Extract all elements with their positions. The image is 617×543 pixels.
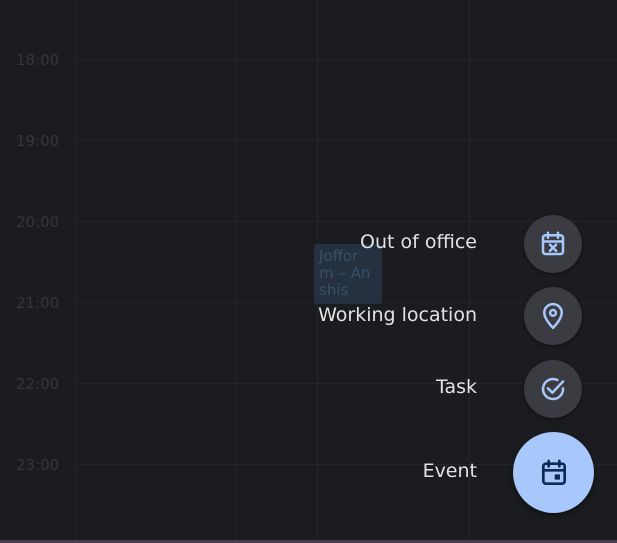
grid-column-divider <box>469 0 470 540</box>
time-label-23: 23:00 <box>16 456 60 474</box>
calendar-x-icon <box>541 231 565 256</box>
calendar-event-chip[interactable]: Joffor m – Anshis <box>314 244 382 304</box>
out-of-office-button[interactable] <box>524 215 582 273</box>
working-location-label[interactable]: Working location <box>318 304 477 326</box>
check-circle-icon <box>541 377 565 401</box>
grid-column-divider <box>235 0 236 540</box>
new-event-button[interactable] <box>513 432 594 513</box>
time-label-22: 22:00 <box>16 375 60 393</box>
time-label-21: 21:00 <box>16 294 60 312</box>
location-pin-icon <box>543 302 563 330</box>
task-label[interactable]: Task <box>436 376 477 398</box>
event-label[interactable]: Event <box>423 460 477 482</box>
calendar-event-icon <box>541 459 566 485</box>
time-label-18: 18:00 <box>16 51 60 69</box>
grid-hour-line <box>75 140 617 141</box>
working-location-button[interactable] <box>524 287 582 345</box>
time-label-19: 19:00 <box>16 132 60 150</box>
out-of-office-label[interactable]: Out of office <box>360 231 477 253</box>
grid-hour-line <box>75 59 617 60</box>
time-label-20: 20:00 <box>16 213 60 231</box>
task-button[interactable] <box>524 360 582 418</box>
